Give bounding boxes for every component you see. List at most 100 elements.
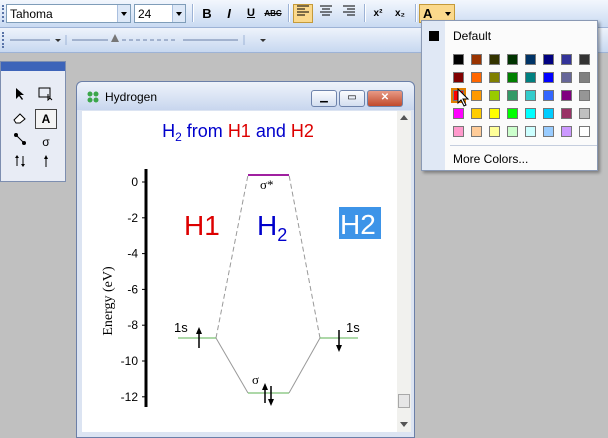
color-swatch[interactable] (471, 126, 482, 137)
mo-diagram: H2 from H1 and H2 0 -2 -4 -6 -8 -10 -12 Energy… (101, 121, 381, 407)
right-1s-label[interactable]: 1s (346, 320, 360, 335)
left-1s-label[interactable]: 1s (174, 320, 188, 335)
diagram-canvas[interactable]: H2 from H1 and H2 0 -2 -4 -6 -8 -10 -12 Energy… (82, 111, 397, 432)
more-colors-option[interactable]: More Colors... (453, 152, 528, 166)
color-swatch[interactable] (471, 90, 482, 101)
color-swatch[interactable] (489, 54, 500, 65)
orbital-tool[interactable]: σ (35, 132, 57, 152)
atom-label-h1[interactable]: H1 (184, 210, 220, 241)
align-left-button[interactable] (293, 4, 313, 23)
color-swatch[interactable] (453, 72, 464, 83)
minimize-icon: ▁ (320, 92, 328, 103)
color-swatch[interactable] (507, 126, 518, 137)
font-name-dropdown-arrow[interactable] (117, 5, 130, 22)
y-tick-label: -12 (121, 390, 139, 404)
align-center-icon (320, 5, 332, 16)
vertical-scrollbar[interactable] (397, 111, 411, 432)
toolbar-grip[interactable] (2, 32, 7, 48)
color-swatch[interactable] (579, 54, 590, 65)
color-swatch[interactable] (453, 126, 464, 137)
color-swatch[interactable] (507, 108, 518, 119)
molecule-label[interactable]: H2 (257, 210, 287, 245)
maximize-button[interactable]: ▭ (339, 90, 365, 107)
color-swatch[interactable] (507, 54, 518, 65)
color-swatch[interactable] (525, 72, 536, 83)
color-swatch[interactable] (543, 126, 554, 137)
electron-tool[interactable] (35, 154, 57, 174)
title-part: from (182, 121, 228, 141)
sigma-label[interactable]: σ (252, 372, 259, 387)
color-swatch[interactable] (525, 90, 536, 101)
line-style-controls[interactable] (8, 33, 278, 47)
font-size-dropdown-arrow[interactable] (172, 5, 185, 22)
maximize-icon: ▭ (347, 92, 357, 103)
align-left-icon (297, 5, 309, 16)
minimize-button[interactable]: ▁ (311, 90, 337, 107)
color-swatch[interactable] (579, 72, 590, 83)
strikethrough-button[interactable]: ABC (263, 4, 283, 23)
bond-tool[interactable] (9, 132, 31, 152)
color-swatch[interactable] (561, 72, 572, 83)
palette-title-bar[interactable] (1, 62, 65, 71)
electron-pair-tool[interactable] (9, 154, 31, 174)
font-color-icon: A (423, 6, 433, 21)
sigma-star-label[interactable]: σ* (260, 177, 274, 192)
color-swatch[interactable] (561, 108, 572, 119)
superscript-button[interactable]: x² (368, 4, 388, 23)
color-swatch[interactable] (489, 72, 500, 83)
color-swatch[interactable] (579, 108, 590, 119)
font-color-menu: Default More Colors... (421, 20, 598, 171)
underline-button[interactable]: U (241, 4, 261, 23)
color-swatch[interactable] (579, 90, 590, 101)
color-swatch[interactable] (525, 126, 536, 137)
color-swatch[interactable] (543, 90, 554, 101)
color-swatch[interactable] (489, 126, 500, 137)
color-swatch[interactable] (489, 90, 500, 101)
color-swatch[interactable] (453, 54, 464, 65)
color-swatch[interactable] (543, 54, 554, 65)
title-part: H (162, 121, 175, 141)
align-center-button[interactable] (316, 4, 336, 23)
color-swatch[interactable] (543, 72, 554, 83)
color-swatch[interactable] (561, 54, 572, 65)
toolbar-separator (415, 4, 417, 22)
color-swatch[interactable] (453, 108, 464, 119)
atom-label-h2-selected[interactable]: H2 (340, 209, 376, 240)
font-name-combo[interactable]: Tahoma (6, 4, 131, 23)
color-swatch[interactable] (579, 126, 590, 137)
color-swatch[interactable] (507, 72, 518, 83)
scrollbar-thumb[interactable] (398, 394, 410, 408)
italic-button[interactable]: I (219, 4, 239, 23)
y-tick-label: -4 (127, 247, 138, 261)
color-swatch[interactable] (543, 108, 554, 119)
scroll-down-icon[interactable] (400, 422, 408, 427)
color-swatch[interactable] (471, 72, 482, 83)
color-swatch[interactable] (561, 126, 572, 137)
font-size-combo[interactable]: 24 (134, 4, 186, 23)
default-color-option[interactable]: Default (453, 29, 491, 43)
color-swatch[interactable] (471, 54, 482, 65)
text-tool[interactable]: A (35, 109, 57, 129)
title-part: H1 (228, 121, 251, 141)
y-tick-label: -2 (127, 211, 138, 225)
chevron-down-icon[interactable] (445, 12, 451, 16)
scroll-up-icon[interactable] (400, 115, 408, 120)
color-swatch[interactable] (525, 54, 536, 65)
diagram-title: H2 from H1 and H2 (162, 121, 314, 144)
close-button[interactable]: ✕ (367, 90, 403, 107)
y-tick-label: 0 (131, 175, 138, 189)
eraser-tool[interactable] (9, 110, 31, 130)
color-swatch[interactable] (525, 108, 536, 119)
close-icon: ✕ (380, 92, 390, 103)
color-swatch[interactable] (507, 90, 518, 101)
color-swatch[interactable] (471, 108, 482, 119)
color-swatch[interactable] (489, 108, 500, 119)
window-title-bar[interactable]: Hydrogen ▁ ▭ ✕ (77, 82, 414, 110)
color-swatch[interactable] (561, 90, 572, 101)
mouse-cursor-icon (457, 88, 470, 107)
subscript-button[interactable]: x₂ (390, 4, 410, 23)
align-right-button[interactable] (339, 4, 359, 23)
select-arrow-tool[interactable] (9, 87, 31, 107)
bold-button[interactable]: B (197, 4, 217, 23)
marquee-tool[interactable] (35, 87, 57, 107)
